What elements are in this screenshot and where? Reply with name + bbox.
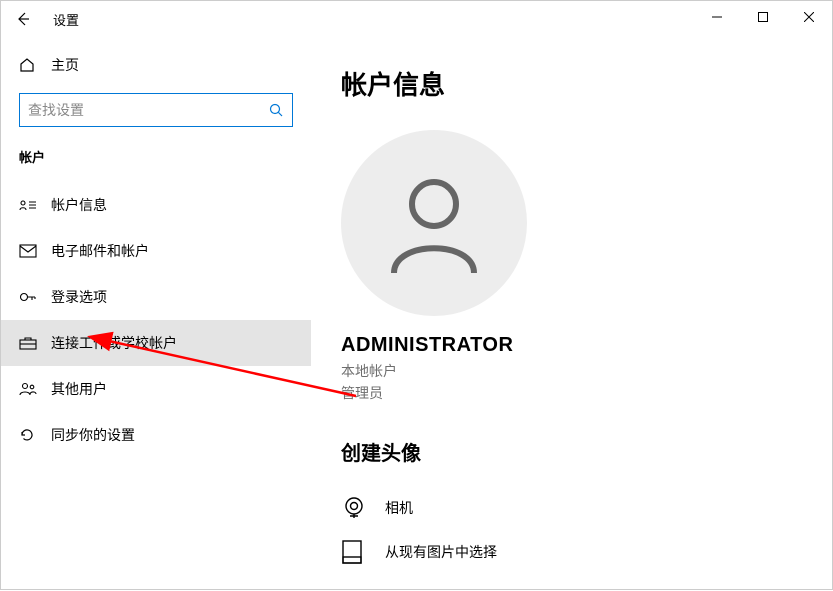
key-icon [19,290,37,304]
create-avatar-heading: 创建头像 [341,437,832,466]
home-icon [19,57,35,73]
page-title: 帐户信息 [341,65,832,102]
search-input[interactable] [28,102,268,118]
maximize-button[interactable] [740,1,786,33]
sidebar-item-label: 其他用户 [51,379,107,399]
id-card-icon [19,198,37,212]
maximize-icon [758,12,768,22]
sidebar-item-email-accounts[interactable]: 电子邮件和帐户 [1,228,311,274]
sidebar-item-label: 连接工作或学校帐户 [51,333,177,353]
search-container [1,85,311,139]
sidebar-item-label: 登录选项 [51,287,107,307]
avatar [341,130,527,316]
username: ADMINISTRATOR [341,334,832,357]
nav-list: 帐户信息 电子邮件和帐户 登录选项 连接工作或学校帐户 [1,182,311,458]
close-button[interactable] [786,1,832,33]
sidebar: 主页 帐户 帐户信息 电子邮件和帐户 [1,37,311,589]
minimize-button[interactable] [694,1,740,33]
account-role: 管理员 [341,383,832,403]
option-camera[interactable]: 相机 [341,486,832,530]
sidebar-item-signin-options[interactable]: 登录选项 [1,274,311,320]
people-icon [19,382,37,396]
option-browse-picture[interactable]: 从现有图片中选择 [341,530,832,574]
mail-icon [19,244,37,258]
titlebar: 设置 [1,1,832,37]
sidebar-item-account-info[interactable]: 帐户信息 [1,182,311,228]
sidebar-item-label: 同步你的设置 [51,425,135,445]
search-icon [268,102,284,118]
home-nav[interactable]: 主页 [1,45,311,85]
window-title: 设置 [53,10,79,29]
picture-icon [341,539,363,565]
sync-icon [19,427,35,443]
sidebar-section-label: 帐户 [1,139,311,182]
home-label: 主页 [51,55,79,75]
person-icon [379,168,489,278]
window-controls [694,1,832,33]
minimize-icon [712,12,722,22]
option-label: 相机 [385,498,413,518]
briefcase-icon [19,336,37,350]
camera-icon [341,495,367,521]
sidebar-item-other-users[interactable]: 其他用户 [1,366,311,412]
sidebar-item-label: 帐户信息 [51,195,107,215]
account-type: 本地帐户 [341,361,832,381]
sidebar-item-label: 电子邮件和帐户 [51,241,149,261]
main-content: 帐户信息 ADMINISTRATOR 本地帐户 管理员 创建头像 相机 从现有图… [311,37,832,589]
close-icon [804,12,814,22]
sidebar-item-sync[interactable]: 同步你的设置 [1,412,311,458]
arrow-left-icon [15,11,31,27]
search-box[interactable] [19,93,293,127]
back-button[interactable] [1,1,45,37]
sidebar-item-work-school[interactable]: 连接工作或学校帐户 [1,320,311,366]
option-label: 从现有图片中选择 [385,542,497,562]
